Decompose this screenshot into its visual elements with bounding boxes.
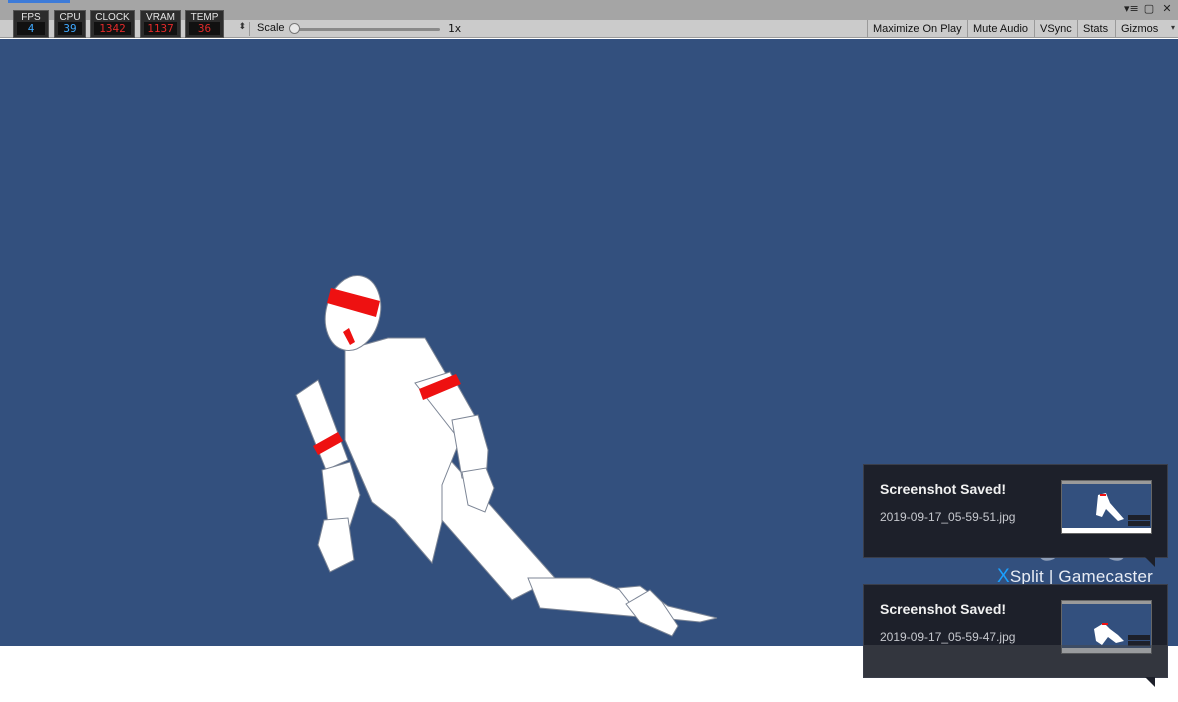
clock-value: 1342 — [94, 22, 131, 35]
scale-label: Scale — [257, 22, 285, 34]
dropdown-arrows-icon: ⬍ — [238, 22, 246, 32]
ragdoll-hand-left — [317, 517, 355, 573]
maximize-icon[interactable]: ▢ — [1142, 2, 1156, 16]
gizmos-label: Gizmos — [1121, 23, 1159, 35]
notification-filename: 2019-09-17_05-59-47.jpg — [880, 630, 1016, 644]
panel-menu-icon[interactable]: ▾≡ — [1124, 2, 1139, 16]
screenshot-thumbnail[interactable] — [1061, 480, 1152, 534]
vram-meter: VRAM 1137 — [140, 10, 181, 38]
notification-filename: 2019-09-17_05-59-51.jpg — [880, 510, 1016, 524]
gizmos-dropdown-icon[interactable]: ▾ — [1171, 23, 1175, 32]
ragdoll-upper-arm-left — [295, 379, 349, 471]
notification-title: Screenshot Saved! — [880, 481, 1007, 497]
fps-meter: FPS 4 — [13, 10, 49, 38]
maximize-on-play-button[interactable]: Maximize On Play — [867, 20, 967, 38]
screenshot-notification[interactable]: Screenshot Saved! 2019-09-17_05-59-47.jp… — [863, 584, 1168, 687]
vram-value: 1137 — [144, 22, 177, 35]
game-tab-indicator[interactable] — [8, 0, 70, 3]
cpu-value: 39 — [58, 22, 82, 35]
close-icon[interactable]: ✕ — [1160, 2, 1174, 16]
gizmos-button[interactable]: Gizmos ▾ — [1115, 20, 1178, 38]
scale-value: 1x — [448, 22, 462, 35]
temp-meter: TEMP 36 — [185, 10, 224, 38]
scale-slider-track[interactable] — [292, 28, 440, 31]
scale-control: Scale 1x — [252, 20, 864, 38]
stats-button[interactable]: Stats — [1077, 20, 1115, 38]
fps-value: 4 — [17, 22, 45, 35]
window-controls: ▾≡ ▢ ✕ — [1124, 2, 1174, 16]
scale-slider-thumb[interactable] — [289, 23, 300, 34]
notification-title: Screenshot Saved! — [880, 601, 1007, 617]
screenshot-notification[interactable]: Screenshot Saved! 2019-09-17_05-59-51.jp… — [863, 464, 1168, 567]
clock-meter: CLOCK 1342 — [90, 10, 135, 38]
mute-audio-button[interactable]: Mute Audio — [967, 20, 1034, 38]
temp-value: 36 — [189, 22, 220, 35]
notification-fade — [864, 645, 1167, 677]
cpu-meter: CPU 39 — [54, 10, 86, 38]
notification-tail — [1145, 677, 1155, 687]
vsync-button[interactable]: VSync — [1034, 20, 1077, 38]
